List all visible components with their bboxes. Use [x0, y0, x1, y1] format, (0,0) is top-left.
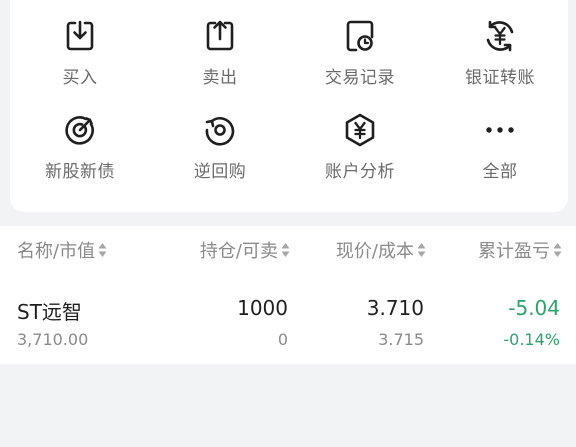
header-cumulative-pnl[interactable]: 累计盈亏 — [478, 238, 562, 262]
all-button[interactable]: 全部 — [430, 112, 570, 192]
current-price: 3.710 — [366, 296, 424, 320]
cost-price: 3.715 — [378, 330, 424, 349]
sell-button[interactable]: 卖出 — [150, 18, 290, 98]
header-price-cost-label: 现价/成本 — [335, 241, 414, 262]
more-icon — [486, 127, 514, 133]
reverse-repo-button[interactable]: 逆回购 — [150, 112, 290, 192]
buy-label: 买入 — [62, 68, 98, 88]
header-position-sellable-label: 持仓/可卖 — [199, 241, 278, 262]
buy-button[interactable]: 买入 — [10, 18, 150, 98]
bank-transfer-button[interactable]: 银证转账 — [430, 18, 570, 98]
account-analysis-button[interactable]: 账户分析 — [290, 112, 430, 192]
stock-name: ST远智 — [17, 300, 82, 324]
trade-record-button[interactable]: 交易记录 — [290, 18, 430, 98]
sort-icon — [553, 243, 562, 257]
trade-record-icon — [346, 20, 374, 52]
refresh-circle-icon — [205, 117, 235, 146]
header-position-sellable[interactable]: 持仓/可卖 — [200, 238, 290, 262]
ipo-button[interactable]: 新股新债 — [10, 112, 150, 192]
bank-transfer-icon — [486, 20, 514, 52]
reverse-repo-label: 逆回购 — [193, 162, 247, 182]
header-cumulative-pnl-label: 累计盈亏 — [478, 241, 550, 262]
position-qty: 1000 — [237, 296, 288, 320]
pnl-percent: -0.14% — [503, 330, 560, 349]
sell-label: 卖出 — [202, 68, 238, 88]
header-name-value[interactable]: 名称/市值 — [17, 238, 107, 262]
trade-record-label: 交易记录 — [325, 68, 395, 88]
account-analysis-label: 账户分析 — [325, 162, 395, 182]
bank-transfer-label: 银证转账 — [465, 68, 535, 88]
sellable-qty: 0 — [277, 330, 288, 349]
pnl-amount: -5.04 — [508, 296, 560, 320]
sort-icon — [417, 243, 426, 257]
sell-icon — [206, 20, 234, 51]
target-icon — [65, 116, 94, 145]
holdings-table: 名称/市值 持仓/可卖 现价/成本 累计盈亏 ST远智 3,710.00 100… — [0, 226, 576, 364]
market-value: 3,710.00 — [17, 330, 89, 349]
buy-icon — [66, 20, 94, 51]
ipo-label: 新股新债 — [45, 162, 115, 182]
sort-icon — [281, 243, 290, 257]
sort-icon — [98, 243, 107, 257]
quick-actions-panel: 买入 卖出 交易记录 银证转账 新股新债 逆回购 账户分析 全部 — [10, 0, 568, 212]
header-name-value-label: 名称/市值 — [17, 241, 96, 262]
yuan-shield-icon — [345, 113, 375, 147]
header-price-cost[interactable]: 现价/成本 — [336, 238, 426, 262]
all-label: 全部 — [482, 162, 518, 182]
